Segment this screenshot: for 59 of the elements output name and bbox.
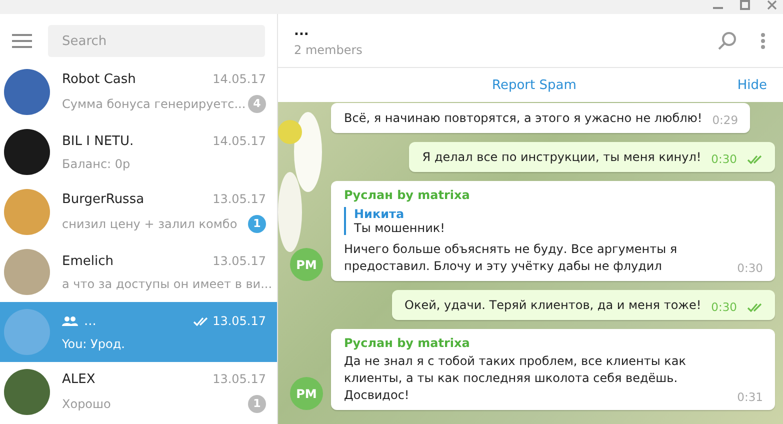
chat-date: 13.05.17 — [212, 254, 266, 268]
message-text: Всё, я начинаю повторятся, а этого я ужасно не люблю! — [344, 110, 702, 127]
group-avatar — [4, 309, 50, 355]
message-preview: You: Урод. — [62, 336, 125, 350]
chat-date: 13.05.17 — [212, 372, 266, 386]
message-time: 0:30 — [737, 261, 763, 275]
member-count: 2 members — [294, 43, 364, 57]
menu-icon[interactable] — [12, 34, 32, 48]
chat-date: 13.05.17 — [212, 314, 266, 328]
message-time: 0:30 — [711, 300, 737, 314]
more-icon[interactable] — [761, 32, 765, 48]
unread-count: 1 — [248, 214, 266, 232]
reply-author: Никита — [354, 207, 406, 221]
chat-list-item[interactable]: BurgerRussa 13.05.17 снизил цену + залил комбо 1 — [0, 182, 277, 242]
reply-text: Ты мошенник! — [354, 221, 446, 235]
chat-list-item[interactable]: BIL I NETU. 14.05.17 Баланс: 0р — [0, 122, 277, 182]
chat-name: ALEX — [62, 372, 96, 386]
message-preview: снизил цену + залил комбо — [62, 216, 238, 230]
chat-list-item[interactable]: Robot Cash 14.05.17 Сумма бонуса генерируетс... 4 — [0, 68, 277, 122]
chat-name: Emelich — [62, 254, 114, 268]
hide-link[interactable]: Hide — [733, 76, 771, 94]
avatar-photo — [4, 189, 50, 235]
chat-date: 14.05.17 — [212, 72, 266, 86]
chat-list-item[interactable]: Emelich 13.05.17 а что за доступы он имеет в ви... — [0, 242, 277, 302]
search-icon[interactable] — [718, 31, 737, 50]
message-preview: Хорошо — [62, 396, 111, 410]
message-text: Я делал все по инструкции, ты меня кинул! — [422, 149, 702, 166]
message-time: 0:29 — [712, 113, 738, 127]
unread-count: 4 — [248, 94, 266, 112]
avatar-initials: PM — [290, 248, 323, 281]
chat-name: BIL I NETU. — [62, 134, 134, 148]
sender-name: Руслан by matrixa — [344, 336, 471, 350]
message-time: 0:30 — [711, 152, 737, 166]
chat-name: ... — [84, 314, 96, 328]
avatar-initials: PM — [290, 377, 323, 410]
avatar-photo — [4, 369, 50, 415]
message-text: Ничего больше объяснять не буду. Все аргументы я предоставил. Блочу и эту учётку дабы не флудил — [344, 241, 678, 275]
search-field[interactable]: Search — [48, 25, 265, 57]
people-icon — [62, 316, 78, 326]
close-icon[interactable] — [767, 0, 777, 10]
chat-name: BurgerRussa — [62, 192, 144, 206]
avatar-photo — [4, 69, 50, 115]
chat-date: 14.05.17 — [212, 134, 266, 148]
chat-list-item[interactable]: ALEX 13.05.17 Хорошо 1 — [0, 362, 277, 422]
maximize-icon[interactable] — [740, 0, 750, 10]
message-text: Да не знал я с тобой таких проблем, все клиенты как клиенты, а ты как последняя школота себя ведёшь. Досвидос! — [344, 353, 687, 404]
message-preview: Баланс: 0р — [62, 156, 130, 170]
chat-title: ... — [294, 24, 310, 39]
chat-date: 13.05.17 — [212, 192, 266, 206]
message-preview: Сумма бонуса генерируетс... — [62, 96, 246, 110]
message-time: 0:31 — [737, 390, 763, 404]
unread-count: 1 — [248, 394, 266, 412]
sender-name: Руслан by matrixa — [344, 188, 471, 202]
avatar-photo — [4, 129, 50, 175]
report-spam-link[interactable]: Report Spam — [488, 76, 580, 94]
chat-name: Robot Cash — [62, 72, 136, 86]
message-text: Окей, удачи. Теряй клиентов, да и меня тоже! — [404, 297, 702, 314]
message-preview: а что за доступы он имеет в ви... — [62, 276, 272, 290]
avatar-photo — [4, 249, 50, 295]
